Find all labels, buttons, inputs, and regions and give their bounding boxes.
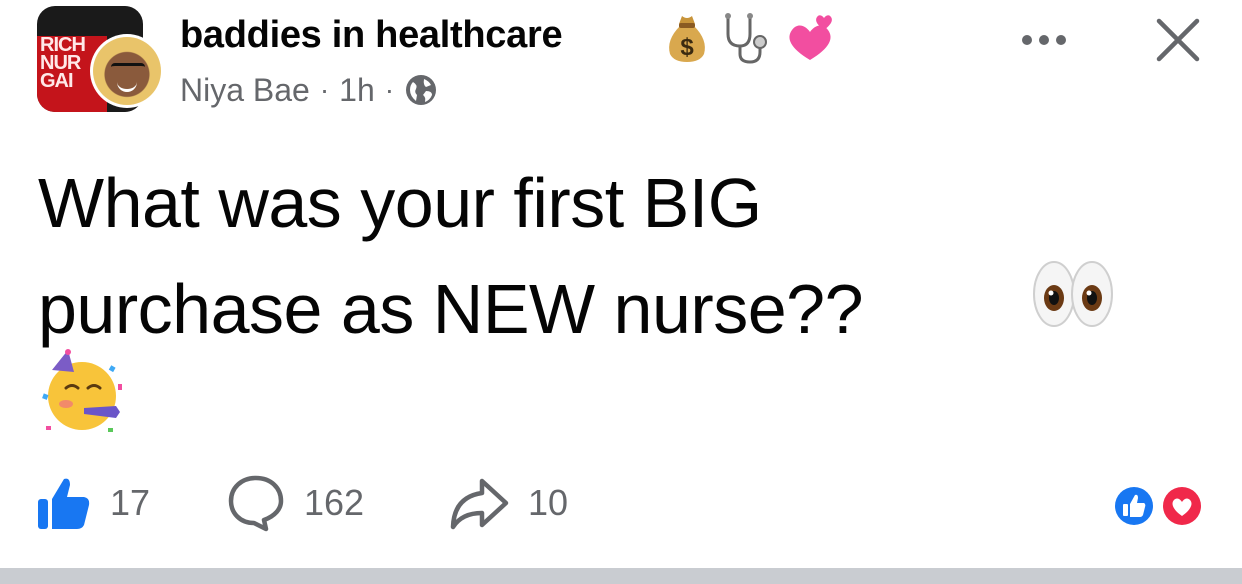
thumbs-up-icon bbox=[38, 478, 90, 529]
separator-dot: · bbox=[319, 74, 330, 105]
svg-text:$: $ bbox=[680, 34, 694, 61]
comment-button[interactable]: 162 bbox=[226, 470, 364, 536]
comment-bubble-icon bbox=[228, 475, 284, 532]
close-button[interactable] bbox=[1148, 10, 1208, 70]
bottom-divider bbox=[0, 568, 1242, 584]
more-options-button[interactable] bbox=[1014, 18, 1074, 62]
like-button[interactable]: 17 bbox=[36, 470, 150, 536]
like-count: 17 bbox=[110, 482, 151, 523]
share-arrow-icon bbox=[450, 478, 509, 530]
post-text-line: purchase as NEW nurse?? bbox=[38, 270, 864, 348]
eyes-emoji bbox=[1033, 261, 1113, 327]
user-avatar[interactable] bbox=[90, 34, 164, 108]
partying-face-emoji bbox=[42, 349, 122, 432]
two-hearts-emoji bbox=[789, 15, 832, 60]
money-bag-emoji: $ bbox=[669, 16, 705, 62]
stethoscope-emoji bbox=[725, 13, 767, 64]
post-card: RICH NUR GAI baddies in healthcare $ Niy… bbox=[0, 0, 1242, 568]
post-time[interactable]: 1h bbox=[339, 72, 375, 109]
close-icon bbox=[1156, 18, 1200, 62]
share-count: 10 bbox=[528, 482, 569, 523]
post-text-line: What was your first BIG bbox=[38, 164, 762, 242]
more-horizontal-icon bbox=[1022, 35, 1066, 45]
post-actions: 17 162 10 bbox=[0, 470, 1242, 540]
user-avatar-photo bbox=[93, 37, 161, 105]
group-name-emojis: $ bbox=[662, 10, 838, 66]
share-button[interactable]: 10 bbox=[448, 470, 568, 536]
group-name-link[interactable]: baddies in healthcare bbox=[180, 14, 563, 57]
author-name[interactable]: Niya Bae bbox=[180, 72, 310, 109]
reaction-icons[interactable] bbox=[1108, 482, 1208, 530]
post-meta: Niya Bae · 1h · bbox=[180, 70, 438, 110]
separator-dot: · bbox=[384, 74, 395, 105]
post-text: What was your first BIG purchase as NEW … bbox=[38, 150, 1188, 362]
comment-count: 162 bbox=[304, 482, 365, 523]
globe-icon bbox=[406, 75, 437, 105]
